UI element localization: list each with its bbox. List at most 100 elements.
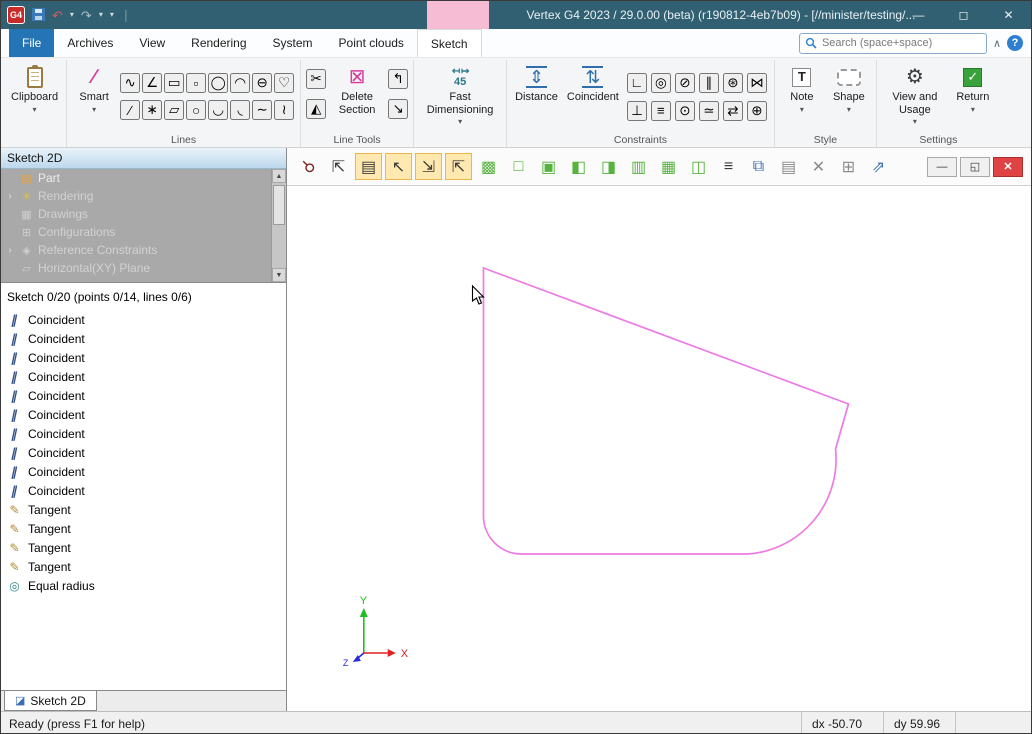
document-close-button[interactable]: ✕ [993, 157, 1023, 177]
right-angle-icon[interactable]: ∟ [627, 73, 647, 93]
tab-rendering[interactable]: Rendering [178, 29, 259, 57]
constraint-list-item[interactable]: ∥ Coincident [1, 348, 286, 367]
close-button[interactable]: ✕ [986, 1, 1031, 29]
minimize-button[interactable]: — [896, 1, 941, 29]
trim-icon[interactable]: ✂ [306, 69, 326, 89]
constraint-list-item[interactable]: ∥ Coincident [1, 443, 286, 462]
exclude-icon[interactable]: ⊘ [675, 73, 695, 93]
concentric-icon[interactable]: ◎ [651, 73, 671, 93]
redo-dropdown-icon[interactable]: ▾ [99, 11, 103, 19]
tree-item[interactable]: › ☀ Rendering [1, 187, 271, 205]
distance-button[interactable]: ⇕ Distance [512, 61, 561, 106]
tree-item[interactable]: ▦ Drawings [1, 205, 271, 223]
constraint-list-item[interactable]: ∥ Coincident [1, 310, 286, 329]
squiggle-icon[interactable]: ≀ [274, 100, 294, 120]
constraint-list-item[interactable]: ∥ Coincident [1, 367, 286, 386]
section-view-icon[interactable]: ◨ [595, 153, 622, 180]
sketch-outline[interactable] [483, 268, 848, 554]
parallelogram-icon[interactable]: ▱ [164, 100, 184, 120]
freeform-icon[interactable]: ♡ [274, 73, 294, 93]
save-button[interactable] [32, 8, 45, 23]
snap-point-icon[interactable]: ⇲ [415, 153, 442, 180]
ruler-icon[interactable]: ▤ [355, 153, 382, 180]
equal-icon[interactable]: ≡ [651, 101, 671, 121]
constraint-list-item[interactable]: ∥ Coincident [1, 462, 286, 481]
swap-icon[interactable]: ⇄ [723, 101, 743, 121]
fix-icon[interactable]: ⊙ [675, 101, 695, 121]
collapse-ribbon-icon[interactable]: ∧ [993, 37, 1001, 50]
symmetry-icon[interactable]: ⋈ [747, 73, 767, 93]
scroll-down-icon[interactable]: ▼ [272, 268, 286, 282]
document-restore-button[interactable]: ◱ [960, 157, 990, 177]
expander-icon[interactable]: › [5, 191, 15, 202]
select-region-icon[interactable]: ⇱ [325, 153, 352, 180]
constraint-list-item[interactable]: ◎ Equal radius [1, 576, 286, 595]
copy-image-icon[interactable]: ⧉ [745, 153, 772, 180]
circle-icon[interactable]: ◯ [208, 73, 228, 93]
view-and-usage-button[interactable]: ⚙ View and Usage ▾ [882, 61, 948, 128]
rectangle-icon[interactable]: ▭ [164, 73, 184, 93]
print-icon[interactable]: ▤ [775, 153, 802, 180]
export-icon[interactable]: ⇗ [865, 153, 892, 180]
polyline-icon[interactable]: ∠ [142, 73, 162, 93]
tab-sketch-2d-bottom[interactable]: ◪ Sketch 2D [4, 691, 97, 711]
fillet-icon[interactable]: ◟ [230, 100, 250, 120]
return-button[interactable]: ✓ Return ▾ [951, 61, 995, 116]
line-icon[interactable]: ∕ [120, 100, 140, 120]
undo-dropdown-icon[interactable]: ▾ [70, 11, 74, 19]
add-constraint-icon[interactable]: ⊕ [747, 101, 767, 121]
tree-item[interactable]: › ◈ Reference Constraints [1, 241, 271, 259]
tree-item[interactable]: ⊞ Configurations [1, 223, 271, 241]
tree-scrollbar[interactable]: ▲ ▼ [271, 169, 286, 282]
square-icon[interactable]: ▫ [186, 73, 206, 93]
constraint-list-item[interactable]: ∥ Coincident [1, 481, 286, 500]
constraint-list-item[interactable]: ✎ Tangent [1, 557, 286, 576]
fast-dimensioning-button[interactable]: 45 Fast Dimensioning ▾ [419, 61, 501, 128]
help-button[interactable]: ? [1007, 35, 1023, 51]
search-input[interactable]: Search (space+space) [799, 33, 987, 54]
scroll-up-icon[interactable]: ▲ [272, 169, 286, 183]
expander-icon[interactable]: › [5, 245, 15, 256]
scrollbar-thumb[interactable] [273, 185, 285, 225]
point-icon[interactable]: ∗ [142, 100, 162, 120]
constraint-list-item[interactable]: ∥ Coincident [1, 424, 286, 443]
perpendicular-icon[interactable]: ⊥ [627, 101, 647, 121]
document-minimize-button[interactable]: — [927, 157, 957, 177]
delete-icon[interactable]: ✕ [805, 153, 832, 180]
constraint-list-item[interactable]: ✎ Tangent [1, 538, 286, 557]
similar-icon[interactable]: ≃ [699, 101, 719, 121]
construction-circle-icon[interactable]: ○ [186, 100, 206, 120]
constraint-list-item[interactable]: ✎ Tangent [1, 519, 286, 538]
pattern-icon[interactable]: ⊛ [723, 73, 743, 93]
parallel-icon[interactable]: ∥ [699, 73, 719, 93]
face-view-icon[interactable]: ▩ [475, 153, 502, 180]
curve-icon[interactable]: ∼ [252, 100, 272, 120]
chamfer-icon[interactable]: ↘ [388, 99, 408, 119]
redo-button[interactable]: ↷ [81, 9, 92, 22]
note-button[interactable]: T Note ▾ [780, 61, 824, 116]
scrollbar-track[interactable] [272, 183, 286, 268]
split-view-icon[interactable]: ◫ [685, 153, 712, 180]
tab-file[interactable]: File [9, 29, 54, 57]
coincident-button[interactable]: ⇅ Coincident [564, 61, 622, 106]
constraint-list-item[interactable]: ✎ Tangent [1, 500, 286, 519]
tree-item[interactable]: ▤ Part [1, 169, 271, 187]
delete-section-button[interactable]: ⊠ Delete Section [329, 61, 385, 118]
smart-button[interactable]: ∕ Smart ▾ [72, 61, 116, 116]
snap-line-icon[interactable]: ⇱ [445, 153, 472, 180]
tab-archives[interactable]: Archives [54, 29, 126, 57]
half-section-icon[interactable]: ◧ [565, 153, 592, 180]
pin-icon[interactable]: ⚲ [289, 147, 327, 185]
grid-icon[interactable]: ⊞ [835, 153, 862, 180]
maximize-button[interactable]: ◻ [941, 1, 986, 29]
tab-view[interactable]: View [126, 29, 178, 57]
undo-button[interactable]: ↶ [52, 9, 63, 22]
constraint-list-item[interactable]: ∥ Coincident [1, 386, 286, 405]
tree-item[interactable]: ▱ Horizontal(XY) Plane [1, 259, 271, 277]
clipboard-button[interactable]: Clipboard ▾ [8, 61, 61, 116]
grid-view-icon[interactable]: ▦ [655, 153, 682, 180]
tab-point-clouds[interactable]: Point clouds [326, 29, 417, 57]
tab-system[interactable]: System [260, 29, 326, 57]
snap-free-icon[interactable]: ↖ [385, 153, 412, 180]
customize-toolbar-icon[interactable]: ▾ [110, 11, 114, 19]
